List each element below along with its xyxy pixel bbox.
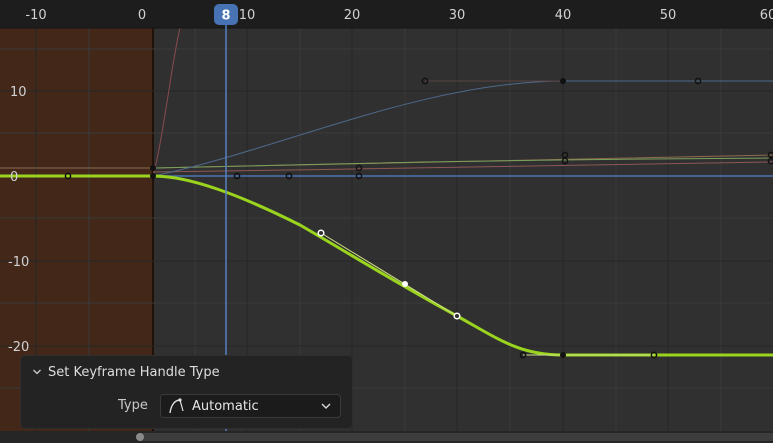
keyframe-point[interactable]	[560, 78, 566, 84]
handle-type-value: Automatic	[192, 398, 259, 414]
x-label: 50	[660, 8, 677, 23]
x-label: -10	[25, 8, 46, 23]
horizontal-scrollbar[interactable]	[0, 431, 773, 443]
type-label: Type	[118, 398, 148, 413]
active-keyframe[interactable]	[402, 281, 408, 287]
current-frame-label: 8	[221, 9, 230, 24]
keyframe-point[interactable]	[150, 173, 156, 179]
scrollbar-thumb[interactable]	[136, 433, 773, 441]
x-label: 10	[239, 8, 256, 23]
chevron-down-icon	[321, 403, 331, 409]
chevron-down-icon[interactable]	[32, 367, 42, 377]
active-handle-right[interactable]	[453, 312, 461, 320]
keyframe-point[interactable]	[560, 352, 566, 358]
y-label: 10	[10, 85, 27, 100]
x-label: 0	[138, 8, 146, 23]
active-handle-left[interactable]	[317, 229, 325, 237]
x-label: 40	[555, 8, 572, 23]
scrollbar-handle[interactable]	[136, 433, 144, 441]
graph-editor[interactable]: 10 0 -10 -20 -10 0 10 20 30 40 50 60 8 S…	[0, 0, 773, 443]
x-label: 30	[449, 8, 466, 23]
frame-ruler[interactable]	[0, 0, 773, 28]
y-label: -10	[8, 255, 29, 270]
panel-header[interactable]: Set Keyframe Handle Type	[32, 362, 220, 382]
x-label: 60	[760, 8, 773, 23]
y-label: 0	[10, 170, 18, 185]
x-label: 20	[344, 8, 361, 23]
operator-panel[interactable]: Set Keyframe Handle Type Type Automatic	[20, 355, 353, 429]
keyframe-point[interactable]	[150, 165, 156, 171]
panel-title: Set Keyframe Handle Type	[48, 364, 220, 380]
handle-type-dropdown[interactable]: Automatic	[160, 394, 341, 418]
auto-handle-icon	[169, 398, 184, 414]
y-label: -20	[8, 340, 29, 355]
